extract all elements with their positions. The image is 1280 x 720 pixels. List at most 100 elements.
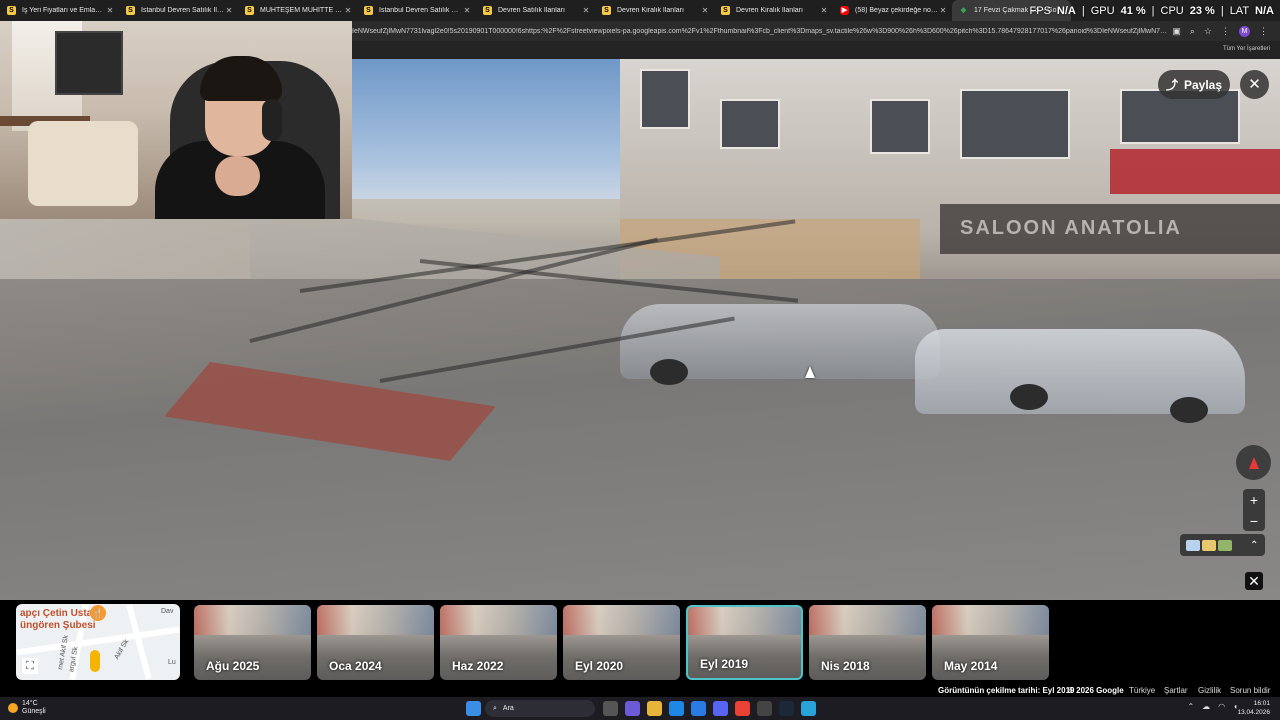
tab-title: İstanbul Devren Satılık İlanları: [141, 7, 224, 14]
chrome-icon[interactable]: [735, 701, 750, 716]
edge-icon[interactable]: [669, 701, 684, 716]
layers-toggle[interactable]: ⌃: [1180, 534, 1265, 556]
thumbnail-date: Haz 2022: [452, 659, 504, 673]
monitor: [55, 31, 123, 95]
cloud-icon[interactable]: ☁: [1202, 702, 1210, 711]
privacy-link[interactable]: Gizlilik: [1198, 686, 1221, 695]
timeline-thumbnail[interactable]: Nis 2018: [809, 605, 926, 680]
taskbar-search[interactable]: ⌕ Ara: [485, 700, 595, 717]
separator: |: [1081, 4, 1085, 17]
bookmark-star-icon[interactable]: ☆: [1204, 26, 1212, 37]
time: 16:01: [1253, 700, 1270, 707]
layer-swatch: [1186, 539, 1200, 551]
weather-widget[interactable]: 14°C Güneşli: [8, 700, 46, 716]
tab-4[interactable]: S İstanbul Devren Satılık Oto Ser✕: [357, 0, 476, 21]
timeline-thumbnail[interactable]: May 2014: [932, 605, 1049, 680]
window: [960, 89, 1070, 159]
tab-close-icon[interactable]: ✕: [700, 6, 710, 15]
timeline-thumbnail[interactable]: Ağu 2025: [194, 605, 311, 680]
map-street-label: Dav: [161, 608, 174, 615]
timeline-thumbnail[interactable]: Eyl 2020: [563, 605, 680, 680]
thumbnail-date: Nis 2018: [821, 659, 870, 673]
extension-icon[interactable]: ▣: [1172, 26, 1181, 37]
thumbnail-image: [563, 605, 680, 635]
tab-close-icon[interactable]: ✕: [581, 6, 591, 15]
zoom-in-button[interactable]: +: [1250, 492, 1258, 508]
capture-date: Görüntünün çekilme tarihi: Eyl 2019: [938, 686, 1075, 695]
sun-icon: [8, 703, 18, 713]
timeline-thumbnail-selected[interactable]: Eyl 2019: [686, 605, 803, 680]
tab-1[interactable]: S İş Yeri Fiyatları ve Emlak İlanları✕: [0, 0, 119, 21]
tab-8[interactable]: ▶ (58) Beyaz çekirdeğe noldu? - Y✕: [833, 0, 952, 21]
thumbnail-date: Ağu 2025: [206, 659, 260, 673]
timeline-thumbnail[interactable]: Oca 2024: [317, 605, 434, 680]
close-streetview-button[interactable]: ✕: [1240, 70, 1269, 99]
tab-title: Devren Kiralık İlanları: [617, 7, 684, 14]
store-icon[interactable]: [691, 701, 706, 716]
sky: [350, 59, 640, 199]
expand-map-icon[interactable]: ⛶: [22, 658, 38, 674]
report-problem-link[interactable]: Sorun bildir: [1230, 686, 1270, 695]
url-field[interactable]: IeNWseufZjlMwN7731lvagl2e0!5s20190901T00…: [352, 28, 1168, 35]
gpu-label: GPU: [1090, 4, 1115, 17]
task-view-icon[interactable]: [603, 701, 618, 716]
app-icon[interactable]: [757, 701, 772, 716]
tab-title: MUHTEŞEM MUHİTTE YÜKSEK: [260, 7, 343, 14]
wifi-icon[interactable]: ◠: [1218, 702, 1225, 711]
expand-up-icon[interactable]: ⌃: [1250, 540, 1258, 551]
tab-close-icon[interactable]: ✕: [938, 6, 948, 15]
all-bookmarks-button[interactable]: Tüm Yer İşaretleri: [1223, 46, 1270, 52]
tab-2[interactable]: S İstanbul Devren Satılık İlanları✕: [119, 0, 238, 21]
timeline-thumbnail[interactable]: Haz 2022: [440, 605, 557, 680]
terms-link[interactable]: Şartlar: [1164, 686, 1188, 695]
file-explorer-icon[interactable]: [647, 701, 662, 716]
mouse-cursor: [805, 366, 815, 378]
cpu-value: 23 %: [1189, 4, 1215, 17]
thumbnail-image: [194, 605, 311, 635]
car-wheel: [1170, 397, 1208, 423]
tab-close-icon[interactable]: ✕: [343, 6, 353, 15]
thumbnail-image: [688, 607, 801, 636]
copilot-icon[interactable]: [625, 701, 640, 716]
sahibinden-favicon-icon: S: [126, 6, 135, 15]
tab-close-icon[interactable]: ✕: [105, 6, 115, 15]
tab-close-icon[interactable]: ✕: [462, 6, 472, 15]
steam-icon[interactable]: [779, 701, 794, 716]
chevron-up-icon[interactable]: ⌃: [1187, 702, 1194, 711]
window: [640, 69, 690, 129]
country-link[interactable]: Türkiye: [1129, 686, 1155, 695]
restaurant-pin-icon[interactable]: 🍴: [90, 605, 106, 621]
share-button[interactable]: ⤴ Paylaş: [1158, 70, 1230, 99]
search-placeholder: Ara: [502, 705, 514, 712]
tab-3[interactable]: S MUHTEŞEM MUHİTTE YÜKSEK✕: [238, 0, 357, 21]
car-wheel: [650, 359, 688, 385]
shop-sign-text: SALOON ANATOLIA: [960, 217, 1182, 239]
sahibinden-favicon-icon: S: [364, 6, 373, 15]
tab-6[interactable]: S Devren Kiralık İlanları ✕: [595, 0, 714, 21]
compass-icon[interactable]: [1236, 445, 1271, 480]
zoom-out-button[interactable]: −: [1250, 513, 1258, 529]
profile-avatar[interactable]: M: [1239, 25, 1250, 37]
menu-icon[interactable]: ⋮: [1221, 26, 1230, 37]
compass-needle: [1248, 456, 1259, 469]
start-icon[interactable]: [466, 701, 481, 716]
clock[interactable]: 16:01 13.04.2026: [1237, 699, 1270, 717]
cpu-label: CPU: [1160, 4, 1184, 17]
app-icon[interactable]: [801, 701, 816, 716]
pegman-icon[interactable]: [90, 650, 100, 672]
map-street-label: Lu: [168, 659, 176, 666]
system-tray: ⌃ ☁ ◠ ◖: [1187, 702, 1238, 711]
maps-footer: Görüntünün çekilme tarihi: Eyl 2019 © 20…: [0, 684, 1280, 697]
sahibinden-favicon-icon: S: [721, 6, 730, 15]
share-icon: ⤴: [1165, 78, 1178, 92]
tab-5[interactable]: S Devren Satılık İlanları ✕: [476, 0, 595, 21]
discord-icon[interactable]: [713, 701, 728, 716]
zoom-icon[interactable]: ⌕: [1190, 26, 1195, 37]
timeline-close-button[interactable]: ✕: [1245, 572, 1263, 590]
copyright: © 2026 Google: [1068, 686, 1124, 695]
more-icon[interactable]: ⋮: [1259, 26, 1268, 37]
tab-7[interactable]: S Devren Kiralık İlanları ✕: [714, 0, 833, 21]
address-bar-actions: ▣ ⌕ ☆ ⋮ M ⋮: [1172, 25, 1268, 37]
tab-close-icon[interactable]: ✕: [819, 6, 829, 15]
tab-close-icon[interactable]: ✕: [224, 6, 234, 15]
